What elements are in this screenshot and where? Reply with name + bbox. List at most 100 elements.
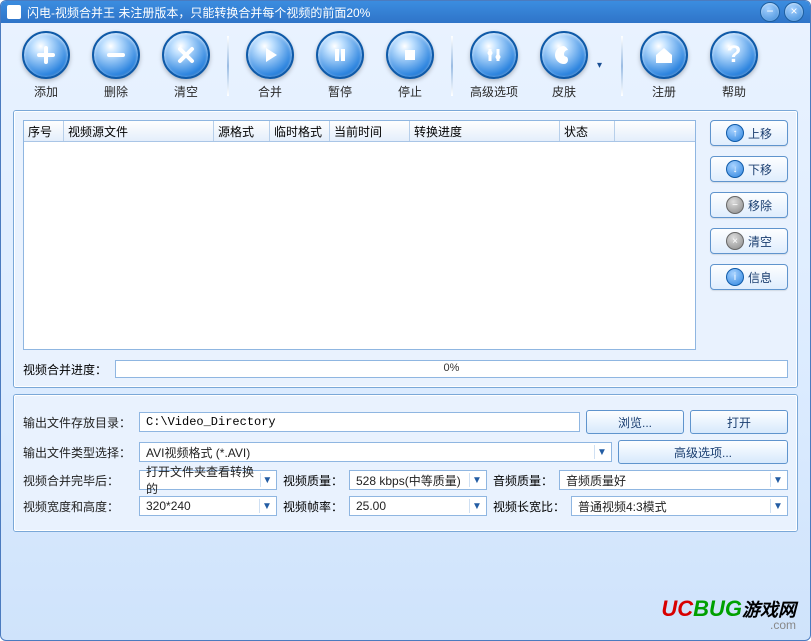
after-merge-value: 打开文件夹查看转换的 xyxy=(146,463,260,497)
col-source-fmt[interactable]: 源格式 xyxy=(214,121,270,141)
minimize-button[interactable]: − xyxy=(760,2,780,22)
sliders-icon xyxy=(484,45,504,65)
aspect-value: 普通视频4:3模式 xyxy=(578,498,667,515)
fps-combo[interactable]: 25.00 ▼ xyxy=(349,496,487,516)
aspect-combo[interactable]: 普通视频4:3模式 ▼ xyxy=(571,496,788,516)
output-type-label: 输出文件类型选择： xyxy=(23,444,133,461)
toolbar-add-button[interactable]: 添加 xyxy=(13,31,79,100)
col-index[interactable]: 序号 xyxy=(24,121,64,141)
advanced-options-button[interactable]: 高级选项... xyxy=(618,440,788,464)
output-panel: 输出文件存放目录： 浏览... 打开 输出文件类型选择： AVI视频格式 (*.… xyxy=(13,394,798,532)
skin-icon xyxy=(553,44,575,66)
toolbar-help-label: 帮助 xyxy=(701,83,767,100)
audio-quality-value: 音频质量好 xyxy=(566,472,626,489)
arrow-up-icon: ↑ xyxy=(726,124,744,142)
wh-combo[interactable]: 320*240 ▼ xyxy=(139,496,277,516)
toolbar-register-label: 注册 xyxy=(631,83,697,100)
titlebar: 闪电-视频合并王 未注册版本，只能转换合并每个视频的前面20% − × xyxy=(1,1,810,23)
clear-list-label: 清空 xyxy=(748,233,772,250)
chevron-down-icon: ▼ xyxy=(259,499,274,513)
after-merge-label: 视频合并完毕后： xyxy=(23,472,133,489)
info-button[interactable]: i 信息 xyxy=(710,264,788,290)
fps-value: 25.00 xyxy=(356,499,386,513)
app-icon xyxy=(7,5,21,19)
col-status[interactable]: 状态 xyxy=(560,121,615,141)
plus-icon xyxy=(36,45,56,65)
file-table[interactable]: 序号 视频源文件 源格式 临时格式 当前时间 转换进度 状态 xyxy=(23,120,696,350)
side-button-column: ↑ 上移 ↓ 下移 − 移除 × 清空 xyxy=(710,120,788,350)
chevron-down-icon: ▼ xyxy=(770,499,785,513)
close-button[interactable]: × xyxy=(784,2,804,22)
wh-label: 视频宽度和高度： xyxy=(23,498,133,515)
home-icon xyxy=(653,44,675,66)
col-progress[interactable]: 转换进度 xyxy=(410,121,560,141)
toolbar-help-button[interactable]: ? 帮助 xyxy=(701,31,767,100)
audio-quality-combo[interactable]: 音频质量好 ▼ xyxy=(559,470,788,490)
col-temp-fmt[interactable]: 临时格式 xyxy=(270,121,330,141)
output-dir-input[interactable] xyxy=(139,412,580,432)
remove-button[interactable]: − 移除 xyxy=(710,192,788,218)
merge-progress-bar: 0% xyxy=(115,360,788,378)
close-icon: × xyxy=(790,4,797,18)
output-dir-label: 输出文件存放目录： xyxy=(23,414,133,431)
output-type-value: AVI视频格式 (*.AVI) xyxy=(146,444,250,461)
clear-list-button[interactable]: × 清空 xyxy=(710,228,788,254)
toolbar-merge-button[interactable]: 合并 xyxy=(237,31,303,100)
main-panel: 序号 视频源文件 源格式 临时格式 当前时间 转换进度 状态 ↑ 上移 xyxy=(13,110,798,388)
app-window: 闪电-视频合并王 未注册版本，只能转换合并每个视频的前面20% − × 添加 删… xyxy=(0,0,811,641)
minimize-icon: − xyxy=(766,4,773,18)
browse-button[interactable]: 浏览... xyxy=(586,410,684,434)
skin-dropdown-caret[interactable]: ▾ xyxy=(597,60,609,71)
arrow-down-icon: ↓ xyxy=(726,160,744,178)
col-source-file[interactable]: 视频源文件 xyxy=(64,121,214,141)
toolbar-delete-button[interactable]: 删除 xyxy=(83,31,149,100)
after-merge-combo[interactable]: 打开文件夹查看转换的 ▼ xyxy=(139,470,277,490)
chevron-down-icon: ▼ xyxy=(469,473,484,487)
info-label: 信息 xyxy=(748,269,772,286)
open-button[interactable]: 打开 xyxy=(690,410,788,434)
toolbar-merge-label: 合并 xyxy=(237,83,303,100)
toolbar-skin-button[interactable]: 皮肤 xyxy=(531,31,597,100)
merge-progress-label: 视频合并进度： xyxy=(23,361,107,378)
toolbar-clear-label: 清空 xyxy=(153,83,219,100)
x-icon xyxy=(176,45,196,65)
minus-icon: − xyxy=(726,196,744,214)
chevron-down-icon: ▼ xyxy=(594,445,609,459)
help-icon: ? xyxy=(727,41,742,69)
toolbar-advanced-button[interactable]: 高级选项 xyxy=(461,31,527,100)
output-type-combo[interactable]: AVI视频格式 (*.AVI) ▼ xyxy=(139,442,612,462)
toolbar-stop-button[interactable]: 停止 xyxy=(377,31,443,100)
video-quality-value: 528 kbps(中等质量) xyxy=(356,472,461,489)
move-up-button[interactable]: ↑ 上移 xyxy=(710,120,788,146)
toolbar: 添加 删除 清空 合并 暂停 停止 高级选项 皮肤 xyxy=(1,23,810,104)
remove-label: 移除 xyxy=(748,197,772,214)
toolbar-separator xyxy=(621,36,623,96)
toolbar-register-button[interactable]: 注册 xyxy=(631,31,697,100)
chevron-down-icon: ▼ xyxy=(260,473,274,487)
watermark-logo: UCBUG游戏网 .com xyxy=(661,596,796,632)
toolbar-clear-button[interactable]: 清空 xyxy=(153,31,219,100)
video-quality-combo[interactable]: 528 kbps(中等质量) ▼ xyxy=(349,470,487,490)
info-icon: i xyxy=(726,268,744,286)
wh-value: 320*240 xyxy=(146,499,191,513)
x-icon: × xyxy=(726,232,744,250)
chevron-down-icon: ▼ xyxy=(469,499,484,513)
col-current-time[interactable]: 当前时间 xyxy=(330,121,410,141)
toolbar-delete-label: 删除 xyxy=(83,83,149,100)
watermark-part3: 游戏网 xyxy=(742,600,796,620)
toolbar-separator xyxy=(451,36,453,96)
aspect-label: 视频长宽比： xyxy=(493,498,565,515)
play-icon xyxy=(260,45,280,65)
toolbar-pause-button[interactable]: 暂停 xyxy=(307,31,373,100)
table-header: 序号 视频源文件 源格式 临时格式 当前时间 转换进度 状态 xyxy=(24,121,695,142)
move-down-button[interactable]: ↓ 下移 xyxy=(710,156,788,182)
audio-quality-label: 音频质量： xyxy=(493,472,553,489)
col-blank xyxy=(615,121,695,141)
toolbar-stop-label: 停止 xyxy=(377,83,443,100)
toolbar-skin-label: 皮肤 xyxy=(531,83,597,100)
toolbar-pause-label: 暂停 xyxy=(307,83,373,100)
move-down-label: 下移 xyxy=(748,161,772,178)
pause-icon xyxy=(330,45,350,65)
stop-icon xyxy=(400,45,420,65)
toolbar-separator xyxy=(227,36,229,96)
